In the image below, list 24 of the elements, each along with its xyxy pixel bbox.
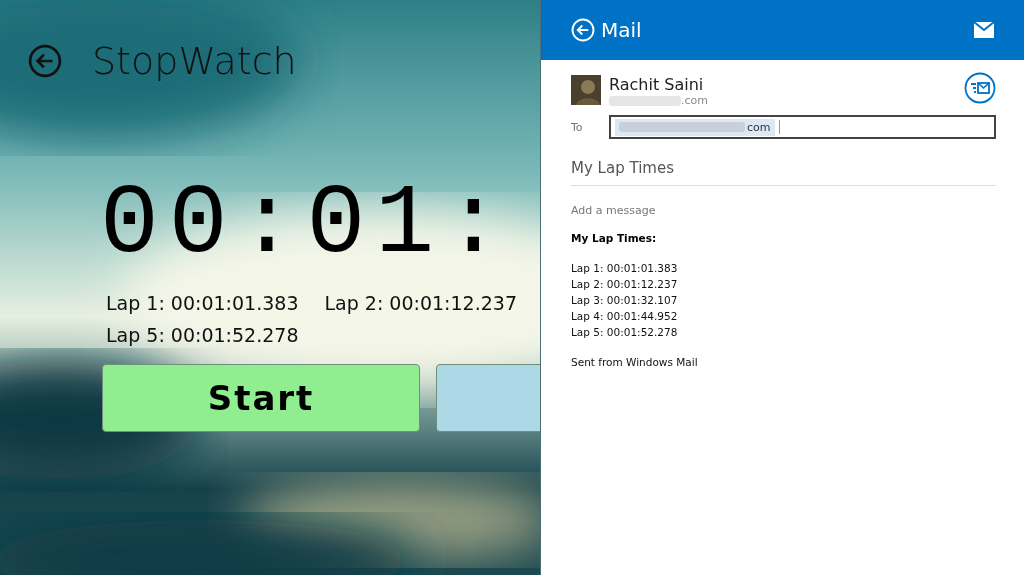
body-heading: My Lap Times: bbox=[571, 232, 658, 244]
to-field[interactable]: com bbox=[609, 115, 996, 139]
lap-time: Lap 2: 00:01:12.237 bbox=[324, 291, 517, 314]
sender-email: .com bbox=[681, 94, 708, 107]
body-line: Lap 2: 00:01:12.237 bbox=[571, 277, 679, 292]
body-line: Lap 4: 00:01:44.952 bbox=[571, 309, 679, 324]
body-line: Lap 5: 00:01:52.278 bbox=[571, 325, 679, 340]
signature: Sent from Windows Mail bbox=[571, 356, 699, 368]
blurred-text bbox=[609, 95, 681, 106]
body-line: Lap 1: 00:01:01.383 bbox=[571, 261, 679, 276]
sender-name: Rachit Saini bbox=[609, 75, 705, 94]
envelope-icon[interactable] bbox=[974, 22, 994, 38]
mail-title: Mail bbox=[601, 18, 643, 42]
send-icon[interactable] bbox=[964, 72, 996, 104]
recipient-chip[interactable]: com bbox=[615, 118, 775, 136]
avatar bbox=[571, 75, 601, 105]
subject-field[interactable]: My Lap Times bbox=[571, 159, 996, 186]
lap-time: Lap 1: 00:01:01.383 bbox=[106, 291, 299, 314]
timer-display: 00:01: bbox=[100, 168, 514, 282]
app-title: StopWatch bbox=[92, 39, 297, 83]
stopwatch-button[interactable]: Start bbox=[102, 363, 420, 432]
lap-time: Lap 5: 00:01:52.278 bbox=[106, 323, 299, 346]
body-line: Lap 3: 00:01:32.107 bbox=[571, 293, 679, 308]
to-label: To bbox=[571, 120, 584, 134]
